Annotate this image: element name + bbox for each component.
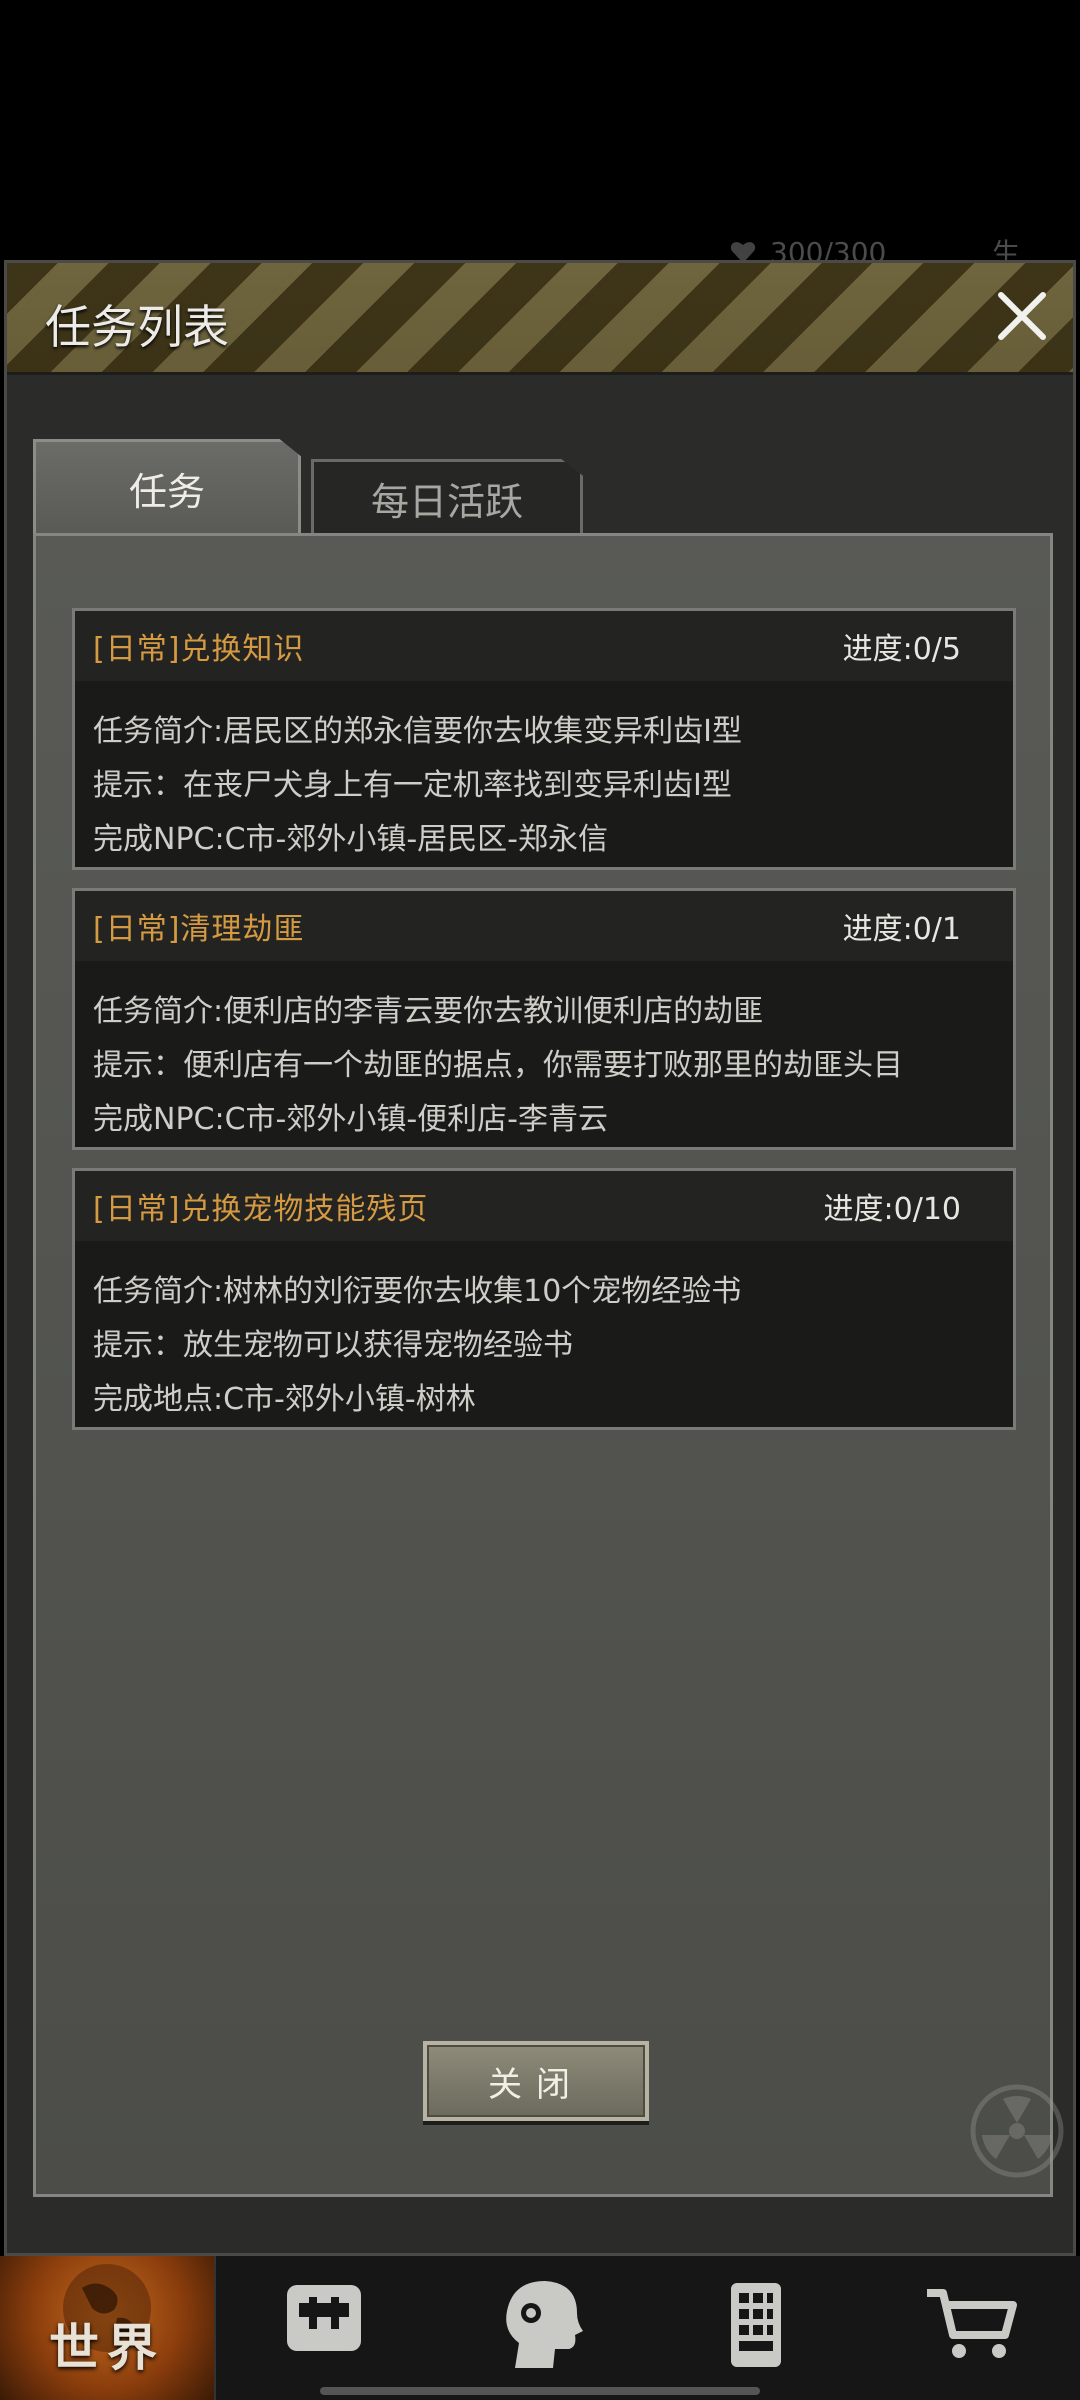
dialog-title: 任务列表 [45,300,229,354]
quest-header: [日常]兑换宠物技能残页 进度:0/10 [75,1171,1013,1241]
head-gear-icon [506,2281,583,2368]
home-indicator[interactable] [320,2387,760,2395]
quest-progress: 进度:0/1 [842,912,961,947]
quest-title: [日常]兑换知识 [93,632,305,667]
quest-title: [日常]兑换宠物技能残页 [93,1192,429,1227]
quest-card[interactable]: [日常]兑换知识 进度:0/5 任务简介:居民区的郑永信要你去收集变异利齿Ⅰ型 … [72,608,1016,870]
quest-hint: 提示：在丧尸犬身上有一定机率找到变异利齿Ⅰ型 [93,768,732,803]
nav-shop[interactable] [864,2256,1080,2400]
quest-body: 任务简介:居民区的郑永信要你去收集变异利齿Ⅰ型 提示：在丧尸犬身上有一定机率找到… [75,681,1013,867]
quest-progress: 进度:0/10 [823,1192,961,1227]
nav-world-label: 世界 [49,2319,165,2377]
quest-npc: 完成NPC:C市-郊外小镇-居民区-郑永信 [93,822,609,857]
close-button[interactable]: 关闭 [423,2041,649,2121]
quest-npc: 完成NPC:C市-郊外小镇-便利店-李青云 [93,1102,609,1137]
tab-daily-activity[interactable]: 每日活跃 [311,459,583,535]
quest-hint: 提示：便利店有一个劫匪的据点，你需要打败那里的劫匪头目 [93,1048,903,1083]
radiation-icon [970,2084,1064,2178]
phone-icon [731,2283,781,2367]
quest-header: [日常]清理劫匪 进度:0/1 [75,891,1013,961]
nav-world[interactable]: 世界 [0,2256,216,2400]
tab-quests[interactable]: 任务 [33,439,301,535]
quest-card[interactable]: [日常]兑换宠物技能残页 进度:0/10 任务简介:树林的刘衍要你去收集10个宠… [72,1168,1016,1430]
nav-character[interactable] [432,2256,648,2400]
quest-body: 任务简介:树林的刘衍要你去收集10个宠物经验书 提示：放生宠物可以获得宠物经验书… [75,1241,1013,1427]
quest-progress: 进度:0/5 [842,632,961,667]
close-icon [998,292,1046,340]
quest-description: 任务简介:树林的刘衍要你去收集10个宠物经验书 [93,1274,742,1309]
cart-icon [927,2289,1017,2358]
close-x-button[interactable] [991,285,1053,347]
nav-phone[interactable] [648,2256,864,2400]
quest-dialog: 任务列表 任务 每日活跃 [日常]兑换知识 进度:0/5 任务简介:居民区的郑永… [4,260,1076,2256]
game-screen: 300/300 生命 任务列表 任务 每日活跃 [日常]兑换知识 进度:0/5 [0,0,1080,2400]
quest-body: 任务简介:便利店的李青云要你去教训便利店的劫匪 提示：便利店有一个劫匪的据点，你… [75,961,1013,1147]
nav-backpack[interactable] [216,2256,432,2400]
quest-description: 任务简介:便利店的李青云要你去教训便利店的劫匪 [93,994,764,1029]
backpack-icon [287,2285,361,2351]
quest-location: 完成地点:C市-郊外小镇-树林 [93,1382,476,1417]
quest-card[interactable]: [日常]清理劫匪 进度:0/1 任务简介:便利店的李青云要你去教训便利店的劫匪 … [72,888,1016,1150]
quest-title: [日常]清理劫匪 [93,912,305,947]
bottom-nav: 世界 [0,2256,1080,2400]
quest-panel: [日常]兑换知识 进度:0/5 任务简介:居民区的郑永信要你去收集变异利齿Ⅰ型 … [33,533,1053,2197]
dialog-header: 任务列表 [7,263,1073,375]
quest-hint: 提示：放生宠物可以获得宠物经验书 [93,1328,573,1363]
quest-header: [日常]兑换知识 进度:0/5 [75,611,1013,681]
quest-description: 任务简介:居民区的郑永信要你去收集变异利齿Ⅰ型 [93,714,742,749]
